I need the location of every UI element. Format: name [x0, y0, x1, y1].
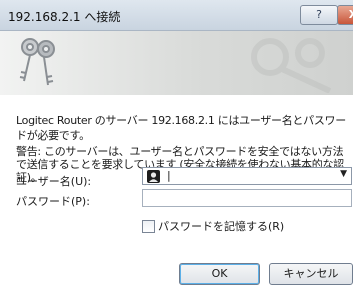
keys-icon	[19, 38, 55, 86]
username-combobox[interactable]: | ▼	[142, 167, 352, 185]
cancel-button[interactable]: キャンセル	[269, 263, 353, 285]
ok-button[interactable]: OK	[179, 263, 260, 285]
password-label: パスワード(P):	[16, 195, 90, 208]
remember-password-checkbox[interactable]	[142, 220, 155, 233]
username-input[interactable]: |	[167, 169, 171, 182]
keys-watermark-icon	[251, 38, 332, 93]
remember-password-label[interactable]: パスワードを記憶する(R)	[158, 218, 284, 234]
user-icon	[147, 170, 160, 183]
close-button[interactable]: X	[337, 5, 353, 25]
username-label: ユーザー名(U):	[16, 175, 92, 188]
chevron-down-icon[interactable]: ▼	[340, 169, 347, 179]
dialog-banner	[0, 31, 353, 95]
help-button[interactable]: ?	[300, 5, 338, 25]
title-bar[interactable]: 192.168.2.1 へ接続 ? X	[0, 0, 353, 31]
server-description: Logitec Router のサーバー 192.168.2.1 にはユーザー名…	[16, 114, 346, 142]
password-field[interactable]	[142, 189, 352, 207]
window-title: 192.168.2.1 へ接続	[8, 10, 121, 24]
